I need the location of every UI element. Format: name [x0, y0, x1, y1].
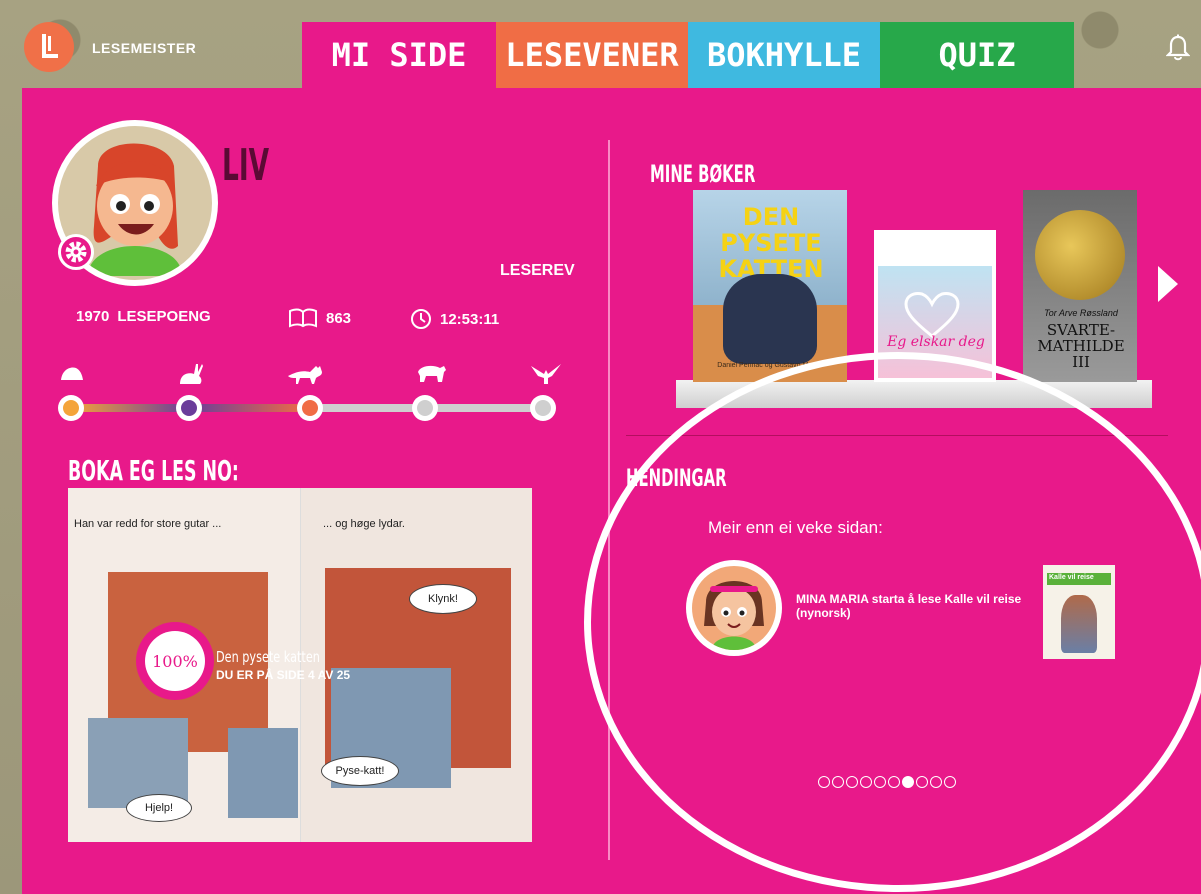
book-logo-icon	[42, 34, 58, 58]
bell-icon[interactable]	[1166, 34, 1190, 62]
speech-bubble-help: Hjelp!	[126, 794, 192, 822]
events-pagination[interactable]	[818, 776, 956, 788]
event-description: MINA MARIA starta å lese Kalle vil reise…	[796, 592, 1022, 620]
pages-value: 863	[326, 309, 352, 327]
next-books-arrow-icon[interactable]	[1158, 266, 1178, 302]
rabbit-icon	[180, 364, 203, 384]
tab-quiz[interactable]: QUIZ	[880, 22, 1074, 88]
pagination-dot[interactable]	[860, 776, 872, 788]
time-value: 12:53:11	[440, 310, 500, 328]
time-stat: 12:53:11	[410, 308, 499, 330]
level-node-3	[297, 395, 323, 421]
event-time: Meir enn ei veke sidan:	[708, 518, 883, 537]
book-cover-svarte-mathilde[interactable]: Tor Arve Røssland SVARTE-MATHILDE III	[1023, 190, 1137, 382]
eagle-icon	[531, 364, 561, 384]
tab-label: BOKHYLLE	[706, 36, 862, 74]
column-divider	[608, 140, 610, 860]
tab-label: LESEVENER	[505, 36, 679, 74]
points-value: 1970	[76, 308, 110, 325]
fox-icon	[288, 366, 322, 384]
bear-icon	[418, 365, 446, 382]
tab-mi-side[interactable]: MI SIDE	[302, 22, 496, 88]
pagination-dot[interactable]	[874, 776, 886, 788]
points-label: LESEPOENG	[117, 308, 211, 325]
pagination-dot[interactable]	[888, 776, 900, 788]
tab-label: MI SIDE	[331, 36, 467, 74]
app-name: LESEMEISTER	[92, 40, 197, 56]
event-user-avatar[interactable]	[686, 560, 782, 656]
girl-avatar-icon	[704, 581, 764, 650]
pagination-dot[interactable]	[944, 776, 956, 788]
caption-left: Han var redd for store gutar ...	[74, 518, 222, 530]
my-books-header: MINE BØKER	[650, 160, 756, 188]
pagination-dot[interactable]	[818, 776, 830, 788]
points-stat: 1970 LESEPOENG	[76, 308, 211, 325]
tab-lesevener[interactable]: LESEVENER	[496, 22, 688, 88]
cat-illustration	[723, 274, 817, 364]
reading-progress-badge: 100%	[136, 622, 214, 700]
tab-label: QUIZ	[938, 36, 1016, 74]
speech-bubble-whimper: Klynk!	[409, 584, 477, 614]
app-logo[interactable]	[24, 22, 74, 72]
trash-bin	[228, 728, 298, 818]
speech-bubble-scaredy-cat: Pyse-katt!	[321, 756, 399, 786]
book-cover-title: Eg elskar deg	[887, 334, 985, 350]
gear-icon	[65, 241, 87, 263]
settings-button[interactable]	[58, 234, 94, 270]
tab-bokhylle[interactable]: BOKHYLLE	[688, 22, 880, 88]
top-bar: LESEMEISTER MI SIDE LESEVENER BOKHYLLE Q…	[0, 0, 1201, 88]
level-node-1	[58, 395, 84, 421]
book-cover-title: Kalle vil reise	[1049, 574, 1094, 581]
pagination-dot[interactable]	[930, 776, 942, 788]
coin-illustration	[1035, 210, 1125, 300]
level-node-2	[176, 395, 202, 421]
pagination-dot[interactable]	[832, 776, 844, 788]
book-cover-title: SVARTE-MATHILDE III	[1037, 321, 1125, 371]
level-label: LESEREV	[500, 262, 575, 279]
book-cover-art	[1061, 595, 1097, 653]
pagination-dot[interactable]	[902, 776, 914, 788]
event-book-cover[interactable]: Kalle vil reise	[1043, 565, 1115, 659]
current-book-title: Den pysete katten	[216, 648, 320, 666]
progress-percent: 100%	[145, 631, 205, 691]
clock-icon	[411, 309, 431, 329]
pagination-dot[interactable]	[916, 776, 928, 788]
reading-header: BOKA EG LES NO:	[68, 454, 239, 487]
pagination-dot[interactable]	[846, 776, 858, 788]
pages-stat: 863	[288, 308, 351, 328]
heart-icon	[904, 292, 960, 338]
events-header: HENDINGAR	[626, 464, 727, 492]
level-node-4	[412, 395, 438, 421]
profile-name: LIV	[222, 140, 270, 191]
level-node-5	[530, 395, 556, 421]
caption-right: ... og høge lydar.	[323, 518, 405, 530]
book-cover-title: DEN PYSETE KATTEN	[718, 203, 824, 283]
hedgehog-icon	[61, 367, 83, 380]
book-cover-den-pysete-katten[interactable]: DEN PYSETE KATTEN Daniel Pennac og Gusta…	[693, 190, 847, 382]
book-page-right: ... og høge lydar. Klynk! Pyse-katt!	[300, 488, 532, 842]
book-icon	[289, 308, 317, 328]
avatar-image	[692, 566, 776, 650]
current-page-status: DU ER PÅ SIDE 4 AV 25	[216, 668, 351, 682]
book-cover-author: Tor Arve Røssland	[1044, 308, 1118, 318]
